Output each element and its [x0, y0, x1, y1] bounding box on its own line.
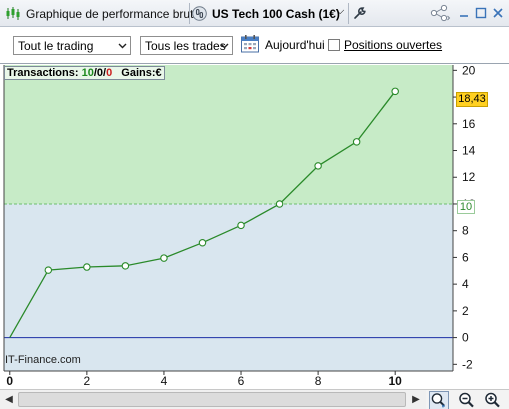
minimize-icon[interactable] [456, 4, 472, 22]
gains-value: € [155, 67, 162, 79]
y-tick-label: 14 [462, 144, 476, 158]
x-tick-label: 8 [315, 374, 322, 388]
y-tick-label: 4 [462, 277, 469, 291]
losing-count: 0 [106, 67, 113, 79]
share-icon[interactable] [429, 4, 451, 22]
data-point [314, 162, 322, 170]
data-point [391, 87, 399, 96]
close-icon[interactable] [490, 4, 506, 22]
data-point [352, 138, 361, 146]
instrument-selector[interactable]: US Tech 100 Cash (1€) [212, 7, 340, 21]
x-tick-label: 10 [389, 374, 403, 388]
scroll-right-icon[interactable]: ▶ [409, 392, 423, 407]
y-tick-label: 16 [462, 117, 476, 131]
transactions-label: Transactions: [7, 67, 79, 79]
zoom-reset-icon[interactable] [429, 391, 449, 409]
y-tick-label: -2 [462, 357, 473, 371]
x-tick-label: 2 [84, 374, 91, 388]
chevron-down-icon [220, 43, 229, 49]
scroll-left-icon[interactable]: ◀ [2, 392, 16, 407]
today-button[interactable]: Aujourd'hui [265, 38, 325, 52]
winning-count: 10 [81, 67, 94, 79]
x-tick-label: 6 [238, 374, 245, 388]
y-tick-label: 6 [462, 250, 469, 264]
negative-zone [4, 203, 453, 371]
y-tick-label: 2 [462, 304, 469, 318]
gains-label: Gains: [121, 67, 156, 79]
candlestick-icon [6, 7, 20, 20]
calendar-icon[interactable] [240, 34, 260, 54]
scrollbar-thumb[interactable] [18, 392, 406, 407]
y-tick-label: 12 [462, 170, 476, 184]
data-point [275, 200, 284, 208]
link-icon[interactable] [192, 6, 207, 21]
y-tick-label: 20 [462, 64, 476, 77]
y-tick-label: 8 [462, 224, 469, 238]
open-positions-checkbox[interactable] [328, 39, 340, 51]
data-point [198, 238, 207, 247]
chevron-down-icon[interactable]: ⌵ [336, 5, 344, 18]
open-positions-label[interactable]: Positions ouvertes [344, 38, 442, 52]
zoom-out-icon[interactable] [457, 391, 477, 409]
chevron-down-icon [118, 43, 127, 49]
zoom-controls [426, 389, 509, 409]
y-tick-label: 0 [462, 331, 469, 345]
data-point [160, 254, 168, 262]
chart-canvas: -2024681012141618200246810 [3, 64, 476, 388]
x-tick-label: 4 [161, 374, 168, 388]
horizontal-scrollbar[interactable]: ◀ ▶ [0, 389, 426, 409]
title-bar: Graphique de performance brute US Tech 1… [0, 0, 509, 27]
x-tick-label: 0 [6, 374, 13, 388]
period-select-value: Tout le trading [18, 39, 94, 53]
threshold-badge: 10 [457, 200, 475, 214]
zoom-in-icon[interactable] [483, 391, 503, 409]
title-separator [189, 3, 190, 24]
period-select[interactable]: Tout le trading [13, 36, 131, 55]
watermark: IT-Finance.com [5, 354, 81, 366]
trades-select-value: Tous les trades [145, 39, 226, 53]
positive-zone [4, 65, 453, 204]
performance-chart[interactable]: -2024681012141618200246810 [0, 63, 509, 388]
data-point [44, 266, 53, 274]
transactions-summary: Transactions: 10/0/0 Gains:€ [4, 66, 165, 80]
trades-select[interactable]: Tous les trades [140, 36, 233, 55]
title-separator [348, 3, 349, 24]
data-point [237, 221, 245, 230]
data-point [121, 262, 130, 270]
maximize-icon[interactable] [473, 4, 489, 22]
last-value-badge: 18,43 [456, 92, 488, 107]
wrench-icon[interactable] [352, 5, 368, 21]
data-point [83, 263, 91, 271]
window-title: Graphique de performance brute [26, 7, 201, 21]
